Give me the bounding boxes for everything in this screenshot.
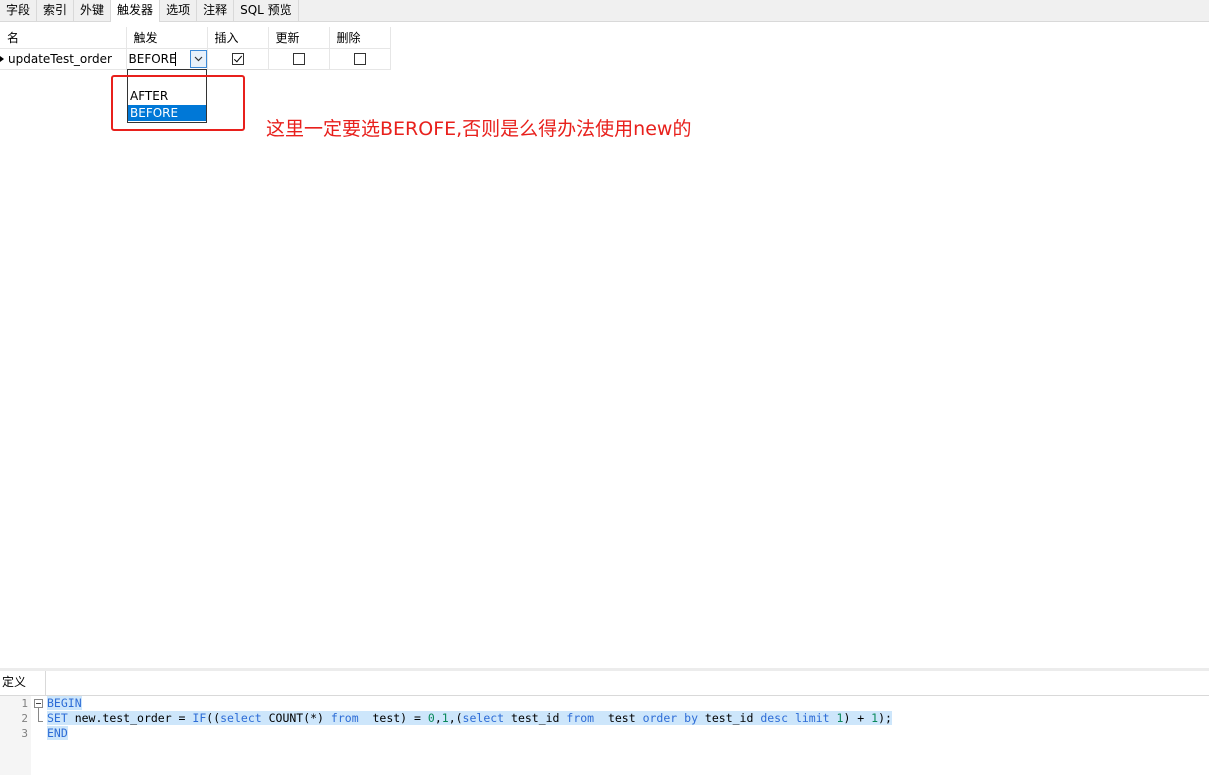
insert-checkbox[interactable] xyxy=(231,52,244,65)
trigger-grid: 名 触发 插入 更新 删除 updateTest_order BEFORE xyxy=(0,27,391,70)
chevron-down-icon xyxy=(194,56,202,61)
header-trigger[interactable]: 触发 xyxy=(126,27,208,49)
code-token: BEGIN xyxy=(47,696,82,710)
code-token: test_id xyxy=(698,711,761,725)
tab-foreign-keys[interactable]: 外键 xyxy=(74,0,112,21)
code-line: BEGIN xyxy=(47,696,82,711)
code-token: select xyxy=(462,711,505,725)
tab-bar: 字段 索引 外键 触发器 选项 注释 SQL 预览 xyxy=(0,0,1209,22)
fold-minus-icon[interactable] xyxy=(34,699,43,708)
header-delete[interactable]: 删除 xyxy=(329,27,391,49)
code-token: test_id xyxy=(504,711,567,725)
line-number: 2 xyxy=(21,712,28,725)
tab-triggers[interactable]: 触发器 xyxy=(111,0,161,22)
text-caret xyxy=(174,51,176,66)
code-token: , xyxy=(434,711,442,725)
line-number: 3 xyxy=(21,727,28,740)
annotation-text: 这里一定要选BEROFE,否则是么得办法使用new的 xyxy=(266,118,692,140)
code-token: desc xyxy=(760,711,789,725)
code-token: END xyxy=(47,726,68,740)
line-number: 1 xyxy=(21,697,28,710)
code-line: SET new.test_order = IF((select COUNT(*)… xyxy=(47,711,892,726)
delete-checkbox[interactable] xyxy=(353,52,366,65)
tab-comment[interactable]: 注释 xyxy=(197,0,235,21)
grid-header-row: 名 触发 插入 更新 删除 xyxy=(0,27,391,49)
insert-cell[interactable] xyxy=(207,48,269,70)
header-name[interactable]: 名 xyxy=(0,27,127,49)
code-token: ) + xyxy=(843,711,872,725)
update-checkbox[interactable] xyxy=(292,52,305,65)
row-pointer-icon xyxy=(0,55,4,62)
code-token: test xyxy=(594,711,643,725)
code-selection: END xyxy=(47,726,68,740)
header-update[interactable]: 更新 xyxy=(268,27,330,49)
code-token: by xyxy=(684,711,698,725)
code-token: SET xyxy=(47,711,68,725)
code-token: 1 xyxy=(441,711,449,725)
code-token: from xyxy=(566,711,595,725)
code-token: from xyxy=(330,711,359,725)
trigger-timing-value: BEFORE xyxy=(128,51,177,66)
code-token: select xyxy=(220,711,262,725)
tab-fields[interactable]: 字段 xyxy=(0,0,38,21)
code-token: new.test_order = xyxy=(67,711,193,725)
table-row: updateTest_order BEFORE xyxy=(0,48,391,70)
code-line: END xyxy=(47,726,68,741)
trigger-name: updateTest_order xyxy=(8,51,112,66)
definition-tab-bar: 定义 xyxy=(0,671,1209,696)
tab-indexes[interactable]: 索引 xyxy=(37,0,75,21)
fold-end xyxy=(38,721,43,722)
code-token: limit xyxy=(794,711,830,725)
trigger-timing-cell[interactable]: BEFORE xyxy=(126,48,208,70)
tab-sql-preview[interactable]: SQL 预览 xyxy=(234,0,299,21)
code-token: test) = xyxy=(358,711,428,725)
dropdown-button[interactable] xyxy=(189,49,207,68)
trigger-name-cell[interactable]: updateTest_order xyxy=(0,48,127,70)
code-token: COUNT(*) xyxy=(261,711,331,725)
code-token: (( xyxy=(206,711,221,725)
code-token: IF xyxy=(192,711,207,725)
trigger-timing-combo[interactable]: BEFORE xyxy=(127,49,207,69)
code-token: order xyxy=(642,711,678,725)
code-token: ,( xyxy=(448,711,463,725)
code-token: ); xyxy=(878,711,892,725)
code-selection: SET new.test_order = IF((select COUNT(*)… xyxy=(47,711,892,725)
code-selection: BEGIN xyxy=(47,696,82,710)
header-insert[interactable]: 插入 xyxy=(207,27,269,49)
fold-line xyxy=(38,708,39,721)
delete-cell[interactable] xyxy=(329,48,391,70)
code-token: 0 xyxy=(427,711,435,725)
update-cell[interactable] xyxy=(268,48,330,70)
tab-definition[interactable]: 定义 xyxy=(0,671,46,695)
annotation-highlight-box xyxy=(111,75,245,131)
tab-options[interactable]: 选项 xyxy=(160,0,198,21)
